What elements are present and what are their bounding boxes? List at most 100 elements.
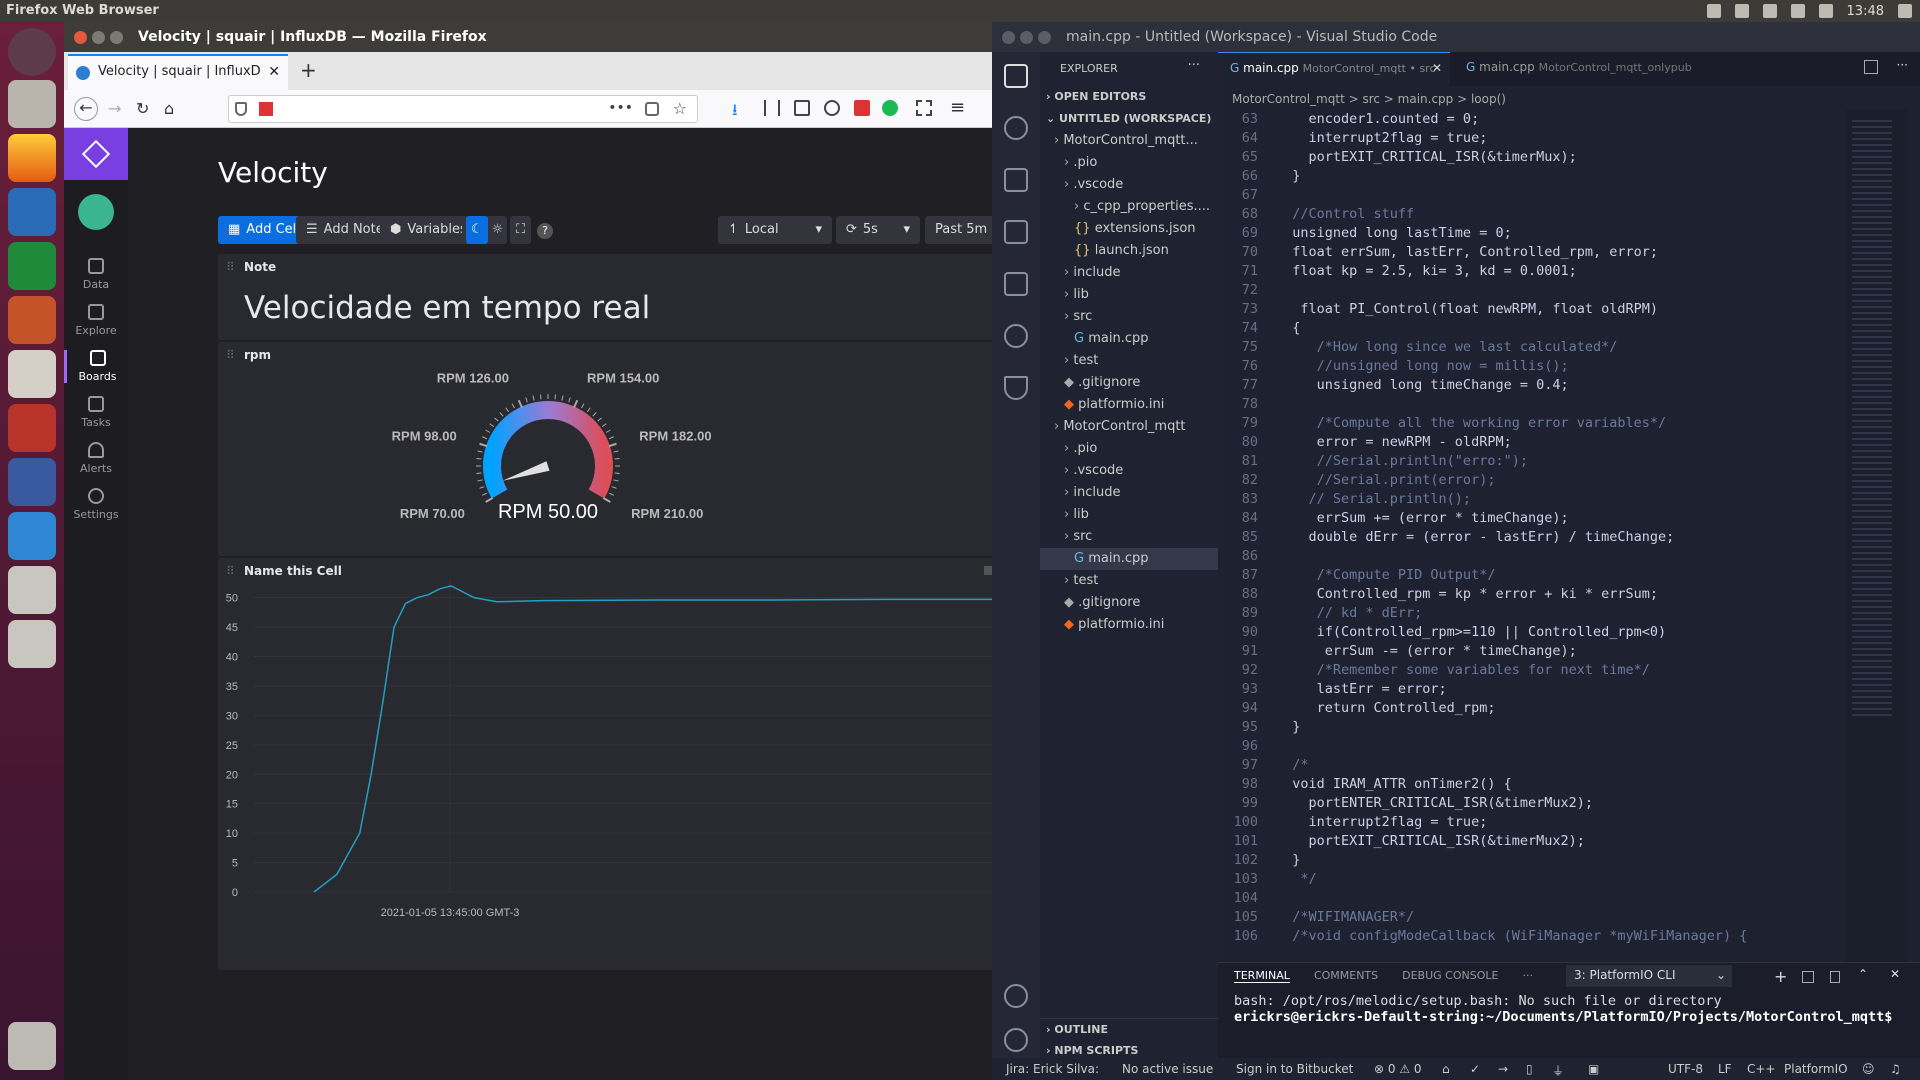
tree-item[interactable]: › test	[1040, 570, 1218, 592]
code-line[interactable]: 78	[1218, 395, 1898, 414]
reload-icon[interactable]: ↻	[136, 99, 149, 118]
tree-item[interactable]: › .pio	[1040, 438, 1218, 460]
maximize-window-icon[interactable]	[110, 31, 123, 44]
graph-cell[interactable]: ⠿ Name this Cell 0 5 10 15 20 25 30 35 40 45 50 202…	[218, 558, 1026, 970]
presentation-mode-button[interactable]: ⛶	[510, 216, 532, 244]
impress-icon[interactable]	[8, 296, 56, 344]
code-line[interactable]: 66 }	[1218, 167, 1898, 186]
feedback-icon[interactable]: ☺	[1862, 1062, 1875, 1076]
browser-tab[interactable]: Velocity | squair | InfluxD ✕	[68, 54, 288, 90]
tree-item[interactable]: {} launch.json	[1040, 240, 1218, 262]
extensions-icon[interactable]	[1004, 272, 1028, 296]
tree-item[interactable]: › MotorControl_mqtt...	[1040, 130, 1218, 152]
tree-item[interactable]: › .pio	[1040, 152, 1218, 174]
editor-tab-active[interactable]: G main.cpp MotorControl_mqtt • src ✕	[1218, 52, 1450, 86]
minimize-window-icon[interactable]	[1020, 31, 1033, 44]
kill-terminal-icon[interactable]	[1830, 971, 1840, 983]
nav-boards[interactable]: Boards	[64, 350, 128, 383]
shield-icon[interactable]	[1706, 4, 1721, 18]
code-line[interactable]: 94 return Controlled_rpm;	[1218, 699, 1898, 718]
tree-item[interactable]: G main.cpp	[1040, 328, 1218, 350]
code-line[interactable]: 93 lastErr = error;	[1218, 680, 1898, 699]
tree-item[interactable]: › .vscode	[1040, 460, 1218, 482]
code-line[interactable]: 83 // Serial.println();	[1218, 490, 1898, 509]
code-line[interactable]: 63 encoder1.counted = 0;	[1218, 110, 1898, 129]
nav-data[interactable]: Data	[64, 258, 128, 291]
nav-alerts[interactable]: Alerts	[64, 442, 128, 475]
split-editor-icon[interactable]	[1864, 60, 1878, 74]
notifications-bell-icon[interactable]: ♫	[1890, 1062, 1901, 1076]
tree-item[interactable]: › src	[1040, 526, 1218, 548]
clock[interactable]: 13:48	[1847, 4, 1884, 19]
close-window-icon[interactable]	[74, 31, 87, 44]
jira-issue[interactable]: No active issue	[1122, 1062, 1213, 1076]
refresh-dropdown[interactable]: ⟳ 5s ▾	[836, 216, 920, 244]
code-line[interactable]: 64 interrupt2flag = true;	[1218, 129, 1898, 148]
calc-icon[interactable]	[8, 242, 56, 290]
tree-item[interactable]: › c_cpp_properties....	[1040, 196, 1218, 218]
back-icon[interactable]: ←	[74, 97, 98, 121]
atlassian-icon[interactable]	[1004, 376, 1028, 400]
bitbucket-signin[interactable]: Sign in to Bitbucket	[1236, 1062, 1353, 1076]
tree-item[interactable]: › lib	[1040, 504, 1218, 526]
nav-explore[interactable]: Explore	[64, 304, 128, 337]
code-line[interactable]: 70 float errSum, lastErr, Controlled_rpm…	[1218, 243, 1898, 262]
code-line[interactable]: 96	[1218, 737, 1898, 756]
code-line[interactable]: 91 errSum -= (error * timeChange);	[1218, 642, 1898, 661]
disk-icon-2[interactable]	[8, 620, 56, 668]
code-line[interactable]: 95 }	[1218, 718, 1898, 737]
close-window-icon[interactable]	[1002, 31, 1015, 44]
vscode-icon[interactable]	[8, 512, 56, 560]
terminal-prompt[interactable]: erickrs@erickrs-Default-string:~/Documen…	[1234, 1009, 1914, 1025]
code-line[interactable]: 67	[1218, 186, 1898, 205]
page-title[interactable]: Velocity	[218, 156, 328, 189]
tree-item[interactable]: › .vscode	[1040, 174, 1218, 196]
tree-item[interactable]: ◆ platformio.ini	[1040, 614, 1218, 636]
language-mode[interactable]: C++	[1747, 1062, 1776, 1076]
manage-gear-icon[interactable]	[1004, 1028, 1028, 1052]
sidebar-icon[interactable]	[794, 100, 810, 116]
download-icon[interactable]: ⭳	[732, 99, 738, 126]
network-icon[interactable]	[1734, 4, 1749, 18]
code-line[interactable]: 84 errSum += (error * timeChange);	[1218, 509, 1898, 528]
code-line[interactable]: 71 float kp = 2.5, ki= 3, kd = 0.0001;	[1218, 262, 1898, 281]
light-mode-icon[interactable]: ☼	[492, 216, 504, 244]
power-gear-icon[interactable]	[1898, 4, 1912, 18]
code-line[interactable]: 103 */	[1218, 870, 1898, 889]
tree-item[interactable]: ◆ .gitignore	[1040, 372, 1218, 394]
code-line[interactable]: 75 /*How long since we last calculated*/	[1218, 338, 1898, 357]
url-bar[interactable]: ••• ☆	[228, 95, 698, 123]
user-avatar[interactable]	[78, 194, 114, 230]
note-cell[interactable]: ⠿ Note Velocidade em tempo real	[218, 254, 1026, 340]
platformio-alien-icon[interactable]	[1004, 324, 1028, 348]
minimize-window-icon[interactable]	[92, 31, 105, 44]
code-line[interactable]: 72	[1218, 281, 1898, 300]
build-check-icon[interactable]: ✓	[1470, 1062, 1480, 1076]
extensions-icon[interactable]	[916, 100, 932, 116]
keyboard-layout-icon[interactable]	[1762, 4, 1777, 18]
platformio-home-icon[interactable]: ⌂	[1442, 1062, 1450, 1076]
home-icon[interactable]: ⌂	[164, 99, 174, 118]
mail-icon[interactable]	[1790, 4, 1805, 18]
code-line[interactable]: 65 portEXIT_CRITICAL_ISR(&timerMux);	[1218, 148, 1898, 167]
tab-terminal[interactable]: TERMINAL	[1234, 969, 1290, 983]
editor-tab[interactable]: G main.cpp MotorControl_mqtt_onlypub • s…	[1454, 52, 1694, 86]
code-line[interactable]: 77 unsigned long timeChange = 0.4;	[1218, 376, 1898, 395]
volume-icon[interactable]	[1818, 4, 1833, 18]
code-line[interactable]: 68 //Control stuff	[1218, 205, 1898, 224]
tree-item[interactable]: ◆ platformio.ini	[1040, 394, 1218, 416]
writer-icon[interactable]	[8, 188, 56, 236]
shield-icon[interactable]	[235, 102, 247, 116]
editor-more-icon[interactable]: ···	[1897, 58, 1908, 72]
help-icon[interactable]: ?	[537, 223, 553, 239]
code-line[interactable]: 69 unsigned long lastTime = 0;	[1218, 224, 1898, 243]
open-editors-section[interactable]: › OPEN EDITORS	[1040, 86, 1218, 108]
workspace-section[interactable]: ⌄ UNTITLED (WORKSPACE)	[1040, 108, 1218, 130]
code-line[interactable]: 97 /*	[1218, 756, 1898, 775]
code-line[interactable]: 76 //unsigned long now = millis();	[1218, 357, 1898, 376]
close-tab-icon[interactable]: ✕	[268, 64, 280, 80]
collapse-sidebar-icon[interactable]	[128, 1028, 192, 1080]
account-icon[interactable]	[824, 100, 840, 116]
dark-mode-icon[interactable]: ☾	[466, 216, 488, 244]
code-line[interactable]: 105 /*WIFIMANAGER*/	[1218, 908, 1898, 927]
